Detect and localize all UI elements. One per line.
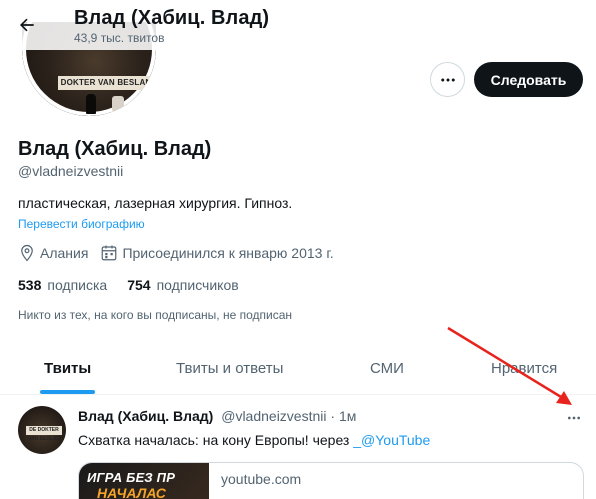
followers-count: 754 [127,277,151,293]
calendar-icon [102,245,117,261]
mutual-followers-note: Никто из тех, на кого вы подписаны, не п… [18,308,293,322]
profile-bio: пластическая, лазерная хирургия. Гипноз. [18,195,293,211]
profile-joined: Присоединился к январю 2013 г. [100,244,334,262]
header-tweet-count: 43,9 тыс. твитов [74,31,165,45]
avatar-sign-text: DOKTER VAN BESLAN [58,76,154,90]
profile-meta: Алания Присоединился к январю 2013 г. [18,244,346,262]
tweet-body: Схватка началась: на кону Европы! через [78,432,354,448]
card-thumb-line1: ИГРА БЕЗ ПР [87,470,176,485]
tweet-header: Влад (Хабиц. Влад) @vladneizvestnii · 1м [78,408,356,424]
profile-tabs: Твиты Твиты и ответы СМИ Нравится [0,345,596,395]
tweet-avatar-sign-text: DE DOKTER VAN BESLAN [26,426,62,442]
tweet-author-avatar[interactable]: DE DOKTER VAN BESLAN [18,406,66,454]
followers-label: подписчиков [156,277,239,293]
link-preview-card[interactable]: ИГРА БЕЗ ПР НАЧАЛАС youtube.com [78,462,584,499]
header-title: Влад (Хабиц. Влад) [74,7,270,29]
tweet-author-name[interactable]: Влад (Хабиц. Влад) [78,408,213,424]
tweet-text: Схватка началась: на кону Европы! через … [78,432,430,448]
card-thumb-line2: НАЧАЛАС [97,485,166,499]
card-thumbnail: ИГРА БЕЗ ПР НАЧАЛАС [79,463,209,499]
avatar-figure [86,94,96,114]
joined-text: Присоединился к январю 2013 г. [122,245,334,261]
followers-link[interactable]: 754 подписчиков [127,277,238,293]
following-label: подписка [47,277,108,293]
tweet-time[interactable]: · 1м [330,408,356,424]
active-tab-indicator [40,390,95,394]
translate-bio-link[interactable]: Перевести биографию [18,217,145,231]
profile-name: Влад (Хабиц. Влад) [18,138,212,160]
more-horizontal-icon [568,416,580,420]
avatar-figure [112,96,124,112]
location-text: Алания [40,245,89,261]
tab-tweets-and-replies[interactable]: Твиты и ответы [176,360,283,377]
arrow-left-icon [20,18,34,32]
tab-tweets[interactable]: Твиты [44,360,91,377]
tweet-link[interactable]: _@YouTube [353,432,430,448]
profile-header: Влад (Хабиц. Влад) 43,9 тыс. твитов [0,0,596,50]
tweet-more-button[interactable] [560,404,588,432]
profile-more-button[interactable] [430,62,465,97]
card-domain: youtube.com [221,471,302,487]
following-count: 538 [18,277,42,293]
tweet-author-handle[interactable]: @vladneizvestnii [221,408,326,424]
follow-button[interactable]: Следовать [474,62,583,97]
profile-handle: @vladneizvestnii [18,163,124,179]
location-pin-icon [21,244,33,262]
back-button[interactable] [12,10,42,40]
tab-likes[interactable]: Нравится [491,360,557,377]
following-link[interactable]: 538 подписка [18,277,107,293]
profile-location: Алания [18,244,88,262]
tweet[interactable]: DE DOKTER VAN BESLAN Влад (Хабиц. Влад) … [0,396,596,499]
more-horizontal-icon [440,78,455,81]
profile-stats: 538 подписка 754 подписчиков [18,277,259,293]
tab-media[interactable]: СМИ [370,360,404,377]
